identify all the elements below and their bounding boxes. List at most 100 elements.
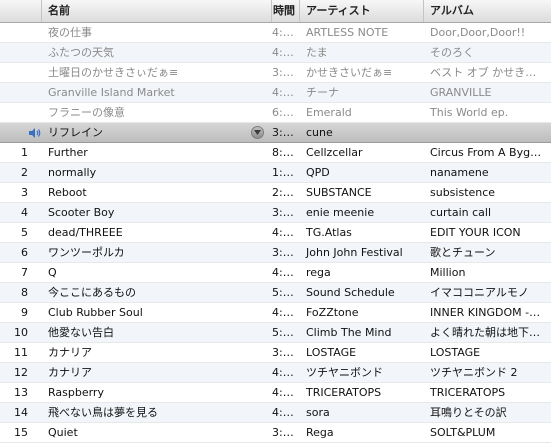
row-number: 4 <box>21 206 28 219</box>
track-name: リフレイン <box>42 123 272 142</box>
track-name: 土曜日のかせきさぃだぁ≡ <box>48 66 179 79</box>
history-row[interactable]: Granville Island Market 4:37 チーナ GRANVIL… <box>0 83 551 103</box>
up-next-table: 名前 時間 アーティスト アルバム 夜の仕事 4:31 ARTLESS NOTE… <box>0 0 551 443</box>
row-number: 7 <box>21 266 28 279</box>
row-number: 2 <box>21 166 28 179</box>
row-number <box>0 63 42 82</box>
row-number: 11 <box>14 346 28 359</box>
track-artist: ツチヤニボンド <box>306 366 383 379</box>
track-name: Scooter Boy <box>48 206 115 219</box>
track-time: 4:07 <box>272 366 297 379</box>
upcoming-row[interactable]: 13 Raspberry 4:15 TRICERATOPS TRICERATOP… <box>0 383 551 403</box>
track-time: 4:19 <box>272 46 297 59</box>
track-time: 4:31 <box>272 26 297 39</box>
column-header-album[interactable]: アルバム <box>424 0 551 22</box>
upcoming-row[interactable]: 8 今ここにあるもの 5:13 Sound Schedule イマココニアルモノ <box>0 283 551 303</box>
track-time: 5:26 <box>272 326 297 339</box>
history-row[interactable]: フラニーの像意 6:07 Emerald This World ep. <box>0 103 551 123</box>
track-name: dead/THREEE <box>48 226 123 239</box>
row-number: 9 <box>21 306 28 319</box>
upcoming-row[interactable]: 14 飛べない鳥は夢を見る 4:27 sora 耳鳴りとその訳 <box>0 403 551 423</box>
history-row[interactable]: ふたつの天気 4:19 たま そのろく <box>0 43 551 63</box>
track-name: 飛べない鳥は夢を見る <box>48 406 158 419</box>
column-header-artist[interactable]: アーティスト <box>300 0 424 22</box>
track-name: normally <box>48 166 97 179</box>
track-options-button[interactable] <box>251 126 264 139</box>
track-album: 耳鳴りとその訳 <box>430 406 507 419</box>
track-artist: Sound Schedule <box>306 286 395 299</box>
track-album: EDIT YOUR ICON <box>430 226 521 239</box>
track-album: Door,Door,Door!! <box>430 26 526 39</box>
row-number: 10 <box>14 326 28 339</box>
track-time: 3:59 <box>272 246 297 259</box>
upcoming-row[interactable]: 15 Quiet 3:32 Rega SOLT&PLUM <box>0 423 551 443</box>
upcoming-row[interactable]: 9 Club Rubber Soul 4:31 FoZZtone INNER K… <box>0 303 551 323</box>
row-number: 1 <box>21 146 28 159</box>
upcoming-row[interactable]: 11 カナリア 3:50 LOSTAGE LOSTAGE <box>0 343 551 363</box>
track-artist: sora <box>306 406 330 419</box>
track-artist: SUBSTANCE <box>306 186 372 199</box>
track-time: 4:27 <box>272 406 297 419</box>
track-album: This World ep. <box>430 106 509 119</box>
track-album: subsistence <box>430 186 496 199</box>
column-header-time[interactable]: 時間 <box>272 0 300 22</box>
track-album: GRANVILLE <box>430 86 492 99</box>
track-artist: かせきさいだぁ≡ <box>306 66 393 79</box>
upcoming-row[interactable]: 10 他愛ない告白 5:26 Climb The Mind よく晴れた朝は地下… <box>0 323 551 343</box>
upcoming-row[interactable]: 12 カナリア 4:07 ツチヤニボンド ツチヤニボンド 2 <box>0 363 551 383</box>
upcoming-row[interactable]: 4 Scooter Boy 3:22 enie meenie curtain c… <box>0 203 551 223</box>
track-artist: cune <box>306 126 333 139</box>
track-album: ベスト オブ かせき… <box>430 66 537 79</box>
track-artist: John John Festival <box>306 246 403 259</box>
now-playing-row[interactable]: リフレイン 3:30 cune <box>0 123 551 143</box>
now-playing-indicator <box>0 123 42 142</box>
track-album <box>424 123 551 142</box>
track-album: よく晴れた朝は地下… <box>430 326 540 339</box>
history-row[interactable]: 夜の仕事 4:31 ARTLESS NOTE Door,Door,Door!! <box>0 23 551 43</box>
upcoming-row[interactable]: 5 dead/THREEE 4:19 TG.Atlas EDIT YOUR IC… <box>0 223 551 243</box>
track-name: Reboot <box>48 186 87 199</box>
track-time: 4:06 <box>272 266 297 279</box>
track-name: Club Rubber Soul <box>48 306 143 319</box>
upcoming-row[interactable]: 1 Further 8:56 Cellzcellar Circus From A… <box>0 143 551 163</box>
track-name: 今ここにあるもの <box>48 286 136 299</box>
track-name: ワンツーポルカ <box>48 246 125 259</box>
now-playing-name: リフレイン <box>48 126 103 139</box>
track-name: ふたつの天気 <box>48 46 114 59</box>
column-header-number[interactable] <box>0 0 42 22</box>
track-artist: TRICERATOPS <box>306 386 382 399</box>
track-time: 3:22 <box>272 206 297 219</box>
track-artist: Climb The Mind <box>306 326 392 339</box>
track-album: そのろく <box>430 46 474 59</box>
upcoming-row[interactable]: 7 Q 4:06 rega Million <box>0 263 551 283</box>
speaker-icon <box>29 128 41 138</box>
track-time: 6:07 <box>272 106 297 119</box>
row-number: 12 <box>14 366 28 379</box>
upcoming-row[interactable]: 3 Reboot 2:27 SUBSTANCE subsistence <box>0 183 551 203</box>
track-artist: Emerald <box>306 106 352 119</box>
row-number: 14 <box>14 406 28 419</box>
track-artist: ARTLESS NOTE <box>306 26 389 39</box>
track-artist: たま <box>306 46 328 59</box>
track-album: curtain call <box>430 206 492 219</box>
track-name: Q <box>48 266 57 279</box>
track-album: nanamene <box>430 166 489 179</box>
chevron-down-icon <box>254 130 261 135</box>
upcoming-row[interactable]: 2 normally 1:35 QPD nanamene <box>0 163 551 183</box>
row-number: 5 <box>21 226 28 239</box>
track-time: 1:35 <box>272 166 297 179</box>
track-name: カナリア <box>48 346 92 359</box>
column-header-name[interactable]: 名前 <box>42 0 272 22</box>
track-name: Further <box>48 146 88 159</box>
track-album: ツチヤニボンド 2 <box>430 366 518 379</box>
track-time: 8:56 <box>272 146 297 159</box>
track-artist: LOSTAGE <box>306 346 357 359</box>
track-name: カナリア <box>48 366 92 379</box>
track-time: 4:31 <box>272 306 297 319</box>
row-number: 8 <box>21 286 28 299</box>
history-row[interactable]: 土曜日のかせきさぃだぁ≡ 3:15 かせきさいだぁ≡ ベスト オブ かせき… <box>0 63 551 83</box>
upcoming-row[interactable]: 6 ワンツーポルカ 3:59 John John Festival 歌とチューン <box>0 243 551 263</box>
track-album: INNER KINGDOM -… <box>430 306 541 319</box>
track-album: Circus From A Bygo… <box>430 146 548 159</box>
row-number <box>0 83 42 102</box>
